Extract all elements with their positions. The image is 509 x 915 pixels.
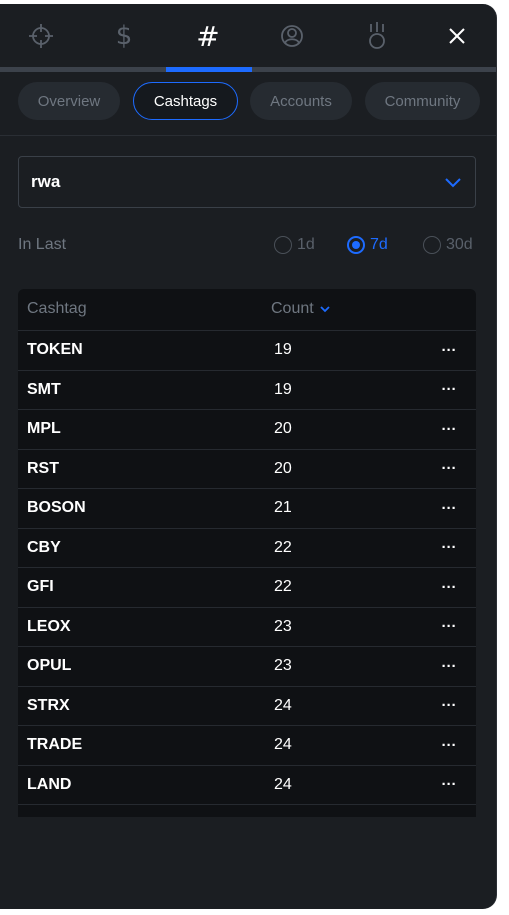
- tab-overview[interactable]: Overview: [18, 82, 120, 120]
- more-options-icon[interactable]: ···: [439, 771, 459, 799]
- top-nav: $ #: [0, 4, 496, 72]
- period-radio-30d[interactable]: 30d: [423, 236, 473, 254]
- sub-tabs: Overview Cashtags Accounts Community: [0, 82, 496, 124]
- table-row[interactable]: BOSON 21 ···: [18, 489, 476, 529]
- count-cell: 23: [274, 617, 292, 635]
- radio-circle: [274, 236, 292, 254]
- chevron-down-icon: [445, 178, 461, 188]
- user-icon[interactable]: [270, 16, 314, 56]
- dollar-glyph: $: [115, 21, 133, 51]
- table-row[interactable]: LAND 24 ···: [18, 766, 476, 805]
- count-cell: 22: [274, 578, 292, 595]
- close-icon[interactable]: [435, 16, 479, 56]
- cashtag-cell: GFI: [27, 578, 54, 595]
- period-radio-7d[interactable]: 7d: [347, 236, 388, 254]
- cashtag-cell: LAND: [27, 775, 72, 793]
- header-cashtag: Cashtag: [27, 300, 87, 317]
- count-cell: 24: [274, 696, 292, 714]
- radio-circle: [347, 236, 365, 254]
- table-row[interactable]: STRX 24 ···: [18, 687, 476, 726]
- dollar-icon[interactable]: $: [102, 16, 146, 56]
- tabs-divider: [0, 135, 496, 136]
- tab-cashtags[interactable]: Cashtags: [133, 82, 238, 120]
- table-row[interactable]: TRADE 24 ···: [18, 726, 476, 766]
- count-cell: 20: [274, 420, 292, 437]
- period-label: In Last: [18, 236, 67, 253]
- table-row[interactable]: OPUL 23 ···: [18, 647, 476, 687]
- more-options-icon[interactable]: ···: [439, 336, 459, 364]
- cashtag-cell: TOKEN: [27, 341, 83, 358]
- table-row[interactable]: CBY 22 ···: [18, 529, 476, 568]
- more-options-icon[interactable]: ···: [439, 731, 459, 759]
- keyword-select[interactable]: rwa: [18, 156, 476, 208]
- more-options-icon[interactable]: ···: [439, 652, 459, 680]
- cashtag-cell: RST: [27, 459, 59, 477]
- cashtag-cell: LEOX: [27, 617, 71, 635]
- table-row[interactable]: SMT 19 ···: [18, 371, 476, 410]
- period-radio-label: 30d: [446, 236, 473, 253]
- crosshair-icon[interactable]: [19, 16, 63, 56]
- table-row[interactable]: TOKEN 19 ···: [18, 331, 476, 371]
- more-options-icon[interactable]: ···: [439, 494, 459, 522]
- count-cell: 19: [274, 341, 292, 358]
- count-cell: 19: [274, 380, 292, 398]
- header-count-label: Count: [271, 300, 314, 317]
- count-cell: 24: [274, 736, 292, 753]
- more-options-icon[interactable]: ···: [439, 573, 459, 601]
- more-options-icon[interactable]: ···: [439, 376, 459, 404]
- hashtag-icon[interactable]: #: [186, 16, 230, 56]
- tab-community[interactable]: Community: [365, 82, 480, 120]
- count-cell: 21: [274, 499, 292, 516]
- medal-icon[interactable]: [355, 16, 399, 56]
- nav-active-indicator: [166, 67, 252, 72]
- radio-circle: [423, 236, 441, 254]
- table-row[interactable]: GFI 22 ···: [18, 568, 476, 608]
- table-row[interactable]: LEOX 23 ···: [18, 608, 476, 647]
- table-header: Cashtag Count: [18, 289, 476, 331]
- table-row[interactable]: MPL 20 ···: [18, 410, 476, 450]
- tab-accounts[interactable]: Accounts: [250, 82, 352, 120]
- cashtag-cell: SMT: [27, 380, 61, 398]
- more-options-icon[interactable]: ···: [439, 534, 459, 562]
- cashtag-cell: OPUL: [27, 657, 72, 674]
- period-radio-label: 1d: [297, 236, 315, 253]
- keyword-select-value: rwa: [31, 172, 61, 191]
- count-cell: 22: [274, 538, 292, 556]
- period-radio-1d[interactable]: 1d: [274, 236, 315, 254]
- cashtag-cell: STRX: [27, 696, 70, 714]
- period-radio-label: 7d: [370, 236, 388, 253]
- more-options-icon[interactable]: ···: [439, 455, 459, 483]
- sort-down-icon: [320, 306, 330, 313]
- table-row[interactable]: RST 20 ···: [18, 450, 476, 489]
- count-cell: 20: [274, 459, 292, 477]
- cashtag-cell: MPL: [27, 420, 61, 437]
- more-options-icon[interactable]: ···: [439, 415, 459, 443]
- cashtag-cell: BOSON: [27, 499, 86, 516]
- cashtags-panel: $ # Overview Cashtags Accounts Community…: [0, 4, 497, 909]
- header-count-sort[interactable]: Count: [271, 300, 331, 318]
- more-options-icon[interactable]: ···: [439, 613, 459, 641]
- hashtag-glyph: #: [196, 19, 220, 53]
- count-cell: 24: [274, 775, 292, 793]
- count-cell: 23: [274, 657, 292, 674]
- more-options-icon[interactable]: ···: [439, 692, 459, 720]
- cashtag-cell: CBY: [27, 538, 61, 556]
- cashtag-table: Cashtag Count TOKEN 19 ··· SMT 19 ··· MPL 20 ···…: [18, 289, 476, 817]
- cashtag-cell: TRADE: [27, 736, 83, 753]
